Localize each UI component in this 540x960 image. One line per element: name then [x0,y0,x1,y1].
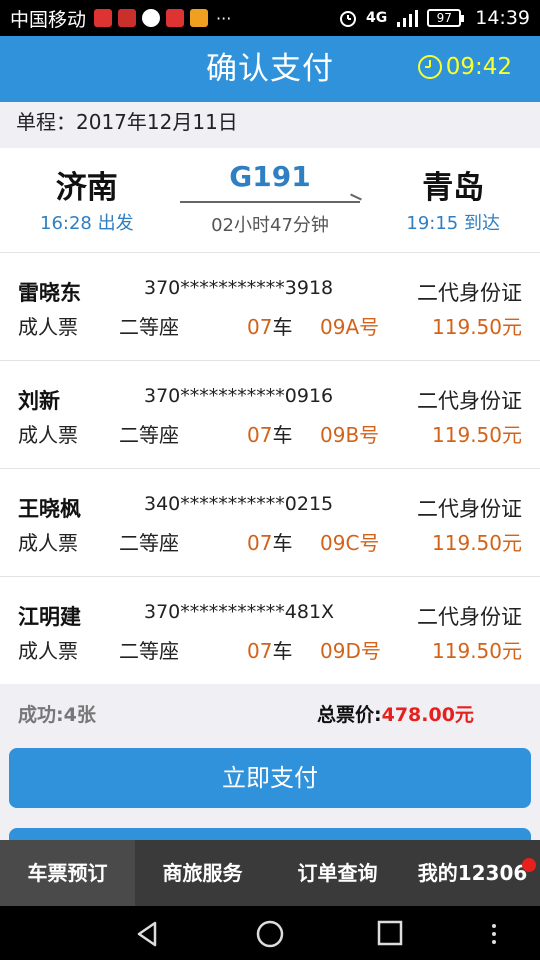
id-type: 二代身份证 [417,497,522,521]
train-summary: G191 02小时47分钟 [176,160,364,237]
train-number: G191 [229,160,311,193]
wallet-notification-icon [190,9,209,27]
from-station-name: 济南 [55,170,118,206]
notification-badge [522,858,536,872]
tab-ticket-booking[interactable]: 车票预订 [0,840,135,906]
car-number: 07车 [247,635,292,664]
car-unit: 车 [272,423,293,447]
more-notifications: ··· [216,8,232,28]
pay-now-button[interactable]: 立即支付 [9,748,531,808]
car-number: 07车 [247,419,292,448]
arrival-station: 青岛 19:15 到达 [406,162,500,235]
passenger-row: 王晓枫 340***********0215 二代身份证 成人票 二等座 07车… [0,468,540,576]
back-icon[interactable] [133,919,163,949]
app-notification-icon-2 [166,9,185,27]
ticket-price: 119.50元 [432,423,522,447]
train-info-card: 济南 16:28 出发 G191 02小时47分钟 青岛 19:15 到达 [0,148,540,252]
id-type: 二代身份证 [417,389,522,413]
ticket-type: 成人票 [18,315,78,339]
passenger-name: 王晓枫 [18,497,81,521]
countdown-value: 09:42 [445,54,512,80]
system-nav-bar [0,906,540,960]
signal-icon [397,10,419,27]
car-unit: 车 [272,315,293,339]
car-no: 07 [247,639,273,663]
title-bar: 确认支付 09:42 [0,36,540,102]
carrier-name: 中国移动 [10,8,87,31]
tab-label: 我的12306 [417,861,528,885]
route-arrow [180,201,360,203]
arrive-time: 19:15 到达 [406,213,500,234]
seat-class: 二等座 [119,531,179,555]
trip-duration: 02小时47分钟 [211,215,329,236]
car-unit: 车 [272,531,293,555]
ticket-type: 成人票 [18,423,78,447]
passenger-name: 江明建 [18,605,81,629]
seat-class: 二等座 [119,423,179,447]
tab-order-query[interactable]: 订单查询 [270,840,405,906]
to-station-name: 青岛 [422,170,485,206]
departure-station: 济南 16:28 出发 [40,162,134,235]
car-number: 07车 [247,311,292,340]
passenger-id: 370***********3918 [144,277,334,299]
order-summary: 成功:4张 总票价:478.00元 [0,684,540,740]
id-type: 二代身份证 [417,605,522,629]
alarm-icon [340,11,356,27]
success-count: 成功:4张 [18,704,96,726]
home-icon[interactable] [255,919,285,949]
qq-notification-icon [142,9,161,27]
ticket-price: 119.50元 [432,531,522,555]
seat-class: 二等座 [119,315,179,339]
total-price: 总票价:478.00元 [317,700,474,727]
bottom-tab-bar: 车票预订 商旅服务 订单查询 我的12306 [0,840,540,906]
clock-icon [417,55,442,79]
id-type: 二代身份证 [417,281,522,305]
ticket-type: 成人票 [18,531,78,555]
passenger-row: 雷晓东 370***********3918 二代身份证 成人票 二等座 07车… [0,252,540,360]
car-no: 07 [247,315,273,339]
passenger-name: 刘新 [18,389,60,413]
tab-label: 订单查询 [297,861,378,885]
ticket-type: 成人票 [18,639,78,663]
seat-class: 二等座 [119,639,179,663]
passenger-id: 370***********481X [144,601,335,623]
tab-label: 商旅服务 [162,861,243,885]
passenger-id: 340***********0215 [144,493,334,515]
menu-dots-icon[interactable] [486,919,502,949]
tab-my-12306[interactable]: 我的12306 [405,840,540,906]
car-number: 07车 [247,527,292,556]
passenger-list: 雷晓东 370***********3918 二代身份证 成人票 二等座 07车… [0,252,540,684]
payment-countdown: 09:42 [417,54,512,80]
ticket-price: 119.50元 [432,315,522,339]
status-time: 14:39 [475,7,530,29]
car-no: 07 [247,423,273,447]
battery-icon: 97 [427,9,465,27]
car-no: 07 [247,531,273,555]
status-bar: 中国移动 ··· 4G 97 14:39 [0,0,540,36]
trip-date: 单程：2017年12月11日 [0,102,540,142]
seat-number: 09D号 [320,639,381,663]
tab-label: 车票预订 [27,861,108,885]
depart-time: 16:28 出发 [40,213,134,234]
passenger-id: 370***********0916 [144,385,334,407]
passenger-row: 刘新 370***********0916 二代身份证 成人票 二等座 07车 … [0,360,540,468]
notification-icons [94,9,209,27]
total-amount: 478.00元 [381,704,474,726]
network-type: 4G [366,10,388,26]
seat-number: 09B号 [320,423,380,447]
passenger-name: 雷晓东 [18,281,81,305]
tab-business-travel[interactable]: 商旅服务 [135,840,270,906]
seat-number: 09A号 [320,315,380,339]
app-notification-icon [94,9,113,27]
car-unit: 车 [272,639,293,663]
seat-number: 09C号 [320,531,380,555]
recent-apps-icon[interactable] [376,919,404,947]
total-label: 总票价: [317,704,382,726]
gift-notification-icon [118,9,137,27]
ticket-price: 119.50元 [432,639,522,663]
passenger-row: 江明建 370***********481X 二代身份证 成人票 二等座 07车… [0,576,540,684]
